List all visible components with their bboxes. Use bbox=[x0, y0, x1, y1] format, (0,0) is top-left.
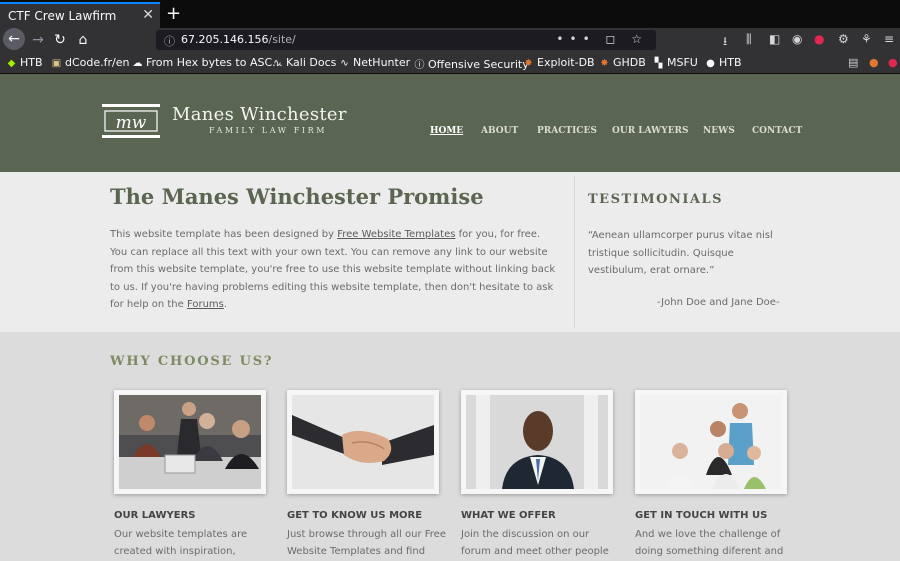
bookmark-offsec[interactable]: ⓘ Offensive Security bbox=[414, 56, 529, 71]
bookmark-ghdb[interactable]: ✸ GHDB bbox=[599, 56, 646, 69]
nav-home[interactable]: HOME bbox=[430, 126, 463, 136]
card-title: OUR LAWYERS bbox=[114, 510, 196, 521]
close-tab-icon[interactable]: ✕ bbox=[142, 7, 154, 23]
library-icon[interactable]: ⫼ bbox=[746, 32, 752, 47]
bookmark-htb-github[interactable]: ● HTB bbox=[705, 56, 741, 69]
url-bar[interactable]: ⓘ 67.205.146.156/site/ ••• ◻ ☆ bbox=[156, 30, 656, 50]
card-text: And we love the challenge of doing somet… bbox=[635, 529, 784, 557]
nav-contact[interactable]: CONTACT bbox=[752, 126, 802, 136]
tab-title: CTF Crew Lawfirm bbox=[8, 9, 117, 23]
reload-icon[interactable]: ↻ bbox=[49, 29, 71, 51]
testimonial-author: -John Doe and Jane Doe- bbox=[657, 297, 780, 308]
lawyers-photo[interactable] bbox=[114, 390, 266, 494]
github-icon: ● bbox=[706, 58, 715, 69]
forward-icon[interactable]: → bbox=[27, 29, 49, 51]
handshake-photo[interactable] bbox=[287, 390, 439, 494]
exploitdb-icon: ✸ bbox=[600, 58, 609, 69]
logo-mark-icon: mw bbox=[102, 104, 160, 138]
kali-dragon-icon: ∿ bbox=[340, 58, 349, 69]
logo[interactable]: mw bbox=[102, 104, 160, 138]
nav-toolbar: ← → ↻ ⌂ ⓘ 67.205.146.156/site/ ••• ◻ ☆ ⭳… bbox=[0, 28, 900, 52]
back-icon[interactable]: ← bbox=[3, 28, 25, 50]
chef-icon: ☁ bbox=[132, 58, 143, 69]
exploitdb-icon: ✸ bbox=[524, 58, 533, 69]
browser-tab[interactable]: CTF Crew Lawfirm ✕ bbox=[0, 2, 160, 28]
site-title[interactable]: Manes Winchester bbox=[172, 104, 347, 125]
extension-icon[interactable]: ▤ bbox=[848, 56, 858, 69]
promise-heading: The Manes Winchester Promise bbox=[110, 184, 484, 209]
info-icon[interactable]: ⓘ bbox=[164, 33, 175, 49]
tab-bar: CTF Crew Lawfirm ✕ + bbox=[0, 0, 900, 28]
family-photo[interactable] bbox=[635, 390, 787, 494]
bookmark-hex[interactable]: ☁ From Hex bytes to ASC... bbox=[132, 56, 283, 69]
card-text: Our website templates are created with i… bbox=[114, 529, 248, 557]
businessman-image bbox=[466, 395, 608, 489]
bookmark-nethunter[interactable]: ∿ NetHunter bbox=[339, 56, 410, 69]
why-heading: WHY CHOOSE US? bbox=[110, 354, 274, 369]
bookmark-dcode[interactable]: ▣ dCode.fr/en bbox=[51, 56, 130, 69]
page-actions-icon[interactable]: ••• ◻ ☆ bbox=[556, 32, 648, 46]
menu-icon[interactable]: ≡ bbox=[884, 32, 894, 46]
msfu-icon: ▚ bbox=[654, 58, 663, 69]
sidebar-icon[interactable]: ◧ bbox=[769, 32, 780, 46]
svg-text:mw: mw bbox=[116, 113, 147, 133]
bookmark-htb[interactable]: ◆ HTB bbox=[6, 56, 43, 69]
card-title: WHAT WE OFFER bbox=[461, 510, 556, 521]
meeting-image bbox=[119, 395, 261, 489]
column-divider bbox=[574, 176, 575, 328]
card-text: Just browse through all our Free Website… bbox=[287, 529, 446, 557]
card-title: GET TO KNOW US MORE bbox=[287, 510, 423, 521]
cube-icon: ◆ bbox=[7, 58, 16, 69]
testimonials-heading: TESTIMONIALS bbox=[588, 192, 724, 207]
kali-dragon-icon: ∿ bbox=[273, 58, 282, 69]
businessman-photo[interactable] bbox=[461, 390, 613, 494]
bookmark-msfu[interactable]: ▚ MSFU bbox=[653, 56, 698, 69]
bookmark-exploitdb[interactable]: ✸ Exploit-DB bbox=[523, 56, 594, 69]
extension-icon[interactable]: ⚘ bbox=[861, 32, 872, 46]
extension-icon[interactable]: ⚙ bbox=[838, 32, 849, 46]
free-website-templates-link[interactable]: Free Website Templates bbox=[337, 229, 455, 240]
ublock-icon[interactable]: ● bbox=[814, 32, 824, 46]
url-text[interactable]: 67.205.146.156/site/ bbox=[181, 33, 296, 46]
home-icon[interactable]: ⌂ bbox=[72, 29, 94, 51]
extension-icon[interactable]: ● bbox=[888, 56, 898, 69]
handshake-image bbox=[292, 395, 434, 489]
dcode-icon: ▣ bbox=[51, 58, 62, 69]
family-image bbox=[640, 395, 782, 489]
bookmark-kali-docs[interactable]: ∿ Kali Docs bbox=[272, 56, 336, 69]
download-icon[interactable]: ⭳ bbox=[723, 32, 727, 53]
nav-our-lawyers[interactable]: OUR LAWYERS bbox=[612, 126, 689, 136]
testimonial-quote: “Aenean ullamcorper purus vitae nisl tri… bbox=[588, 230, 773, 276]
nav-practices[interactable]: PRACTICES bbox=[537, 126, 597, 136]
offsec-icon: ⓘ bbox=[414, 60, 425, 71]
promise-text: This website template has been designed … bbox=[110, 229, 556, 310]
nav-about[interactable]: ABOUT bbox=[481, 126, 518, 136]
nav-news[interactable]: NEWS bbox=[703, 126, 735, 136]
site-subtitle: FAMILY LAW FIRM bbox=[209, 126, 328, 135]
forums-link[interactable]: Forums bbox=[187, 299, 224, 310]
card-text: Join the discussion on our forum and mee… bbox=[461, 529, 609, 557]
extension-icon[interactable]: ● bbox=[869, 56, 879, 69]
card-title: GET IN TOUCH WITH US bbox=[635, 510, 768, 521]
new-tab-icon[interactable]: + bbox=[166, 3, 181, 24]
account-icon[interactable]: ◉ bbox=[792, 32, 802, 46]
bookmarks-toolbar: ◆ HTB ▣ dCode.fr/en ☁ From Hex bytes to ASC… bbox=[0, 52, 900, 74]
